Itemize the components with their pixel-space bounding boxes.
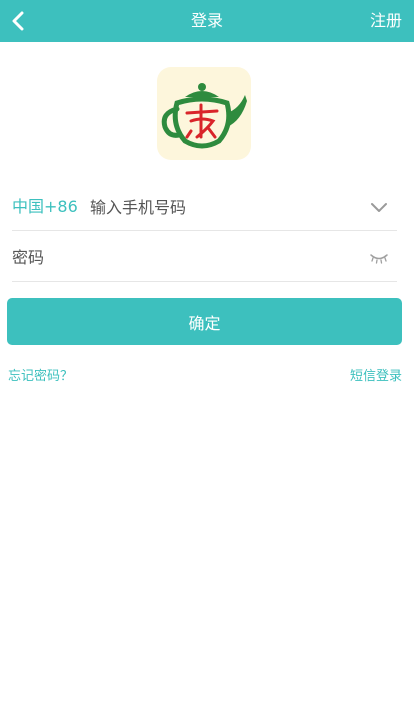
app-logo (157, 67, 251, 160)
chevron-down-icon[interactable] (369, 198, 389, 216)
back-button[interactable] (4, 6, 32, 36)
phone-row: 中国+86 (12, 184, 397, 231)
password-row (12, 232, 397, 282)
country-code-selector[interactable]: 中国+86 (12, 184, 78, 230)
phone-input[interactable] (90, 192, 360, 222)
sms-login-link[interactable]: 短信登录 (350, 365, 402, 384)
forgot-password-link[interactable]: 忘记密码？ (8, 365, 73, 384)
register-link[interactable]: 注册 (370, 0, 402, 42)
teapot-logo-icon (161, 83, 247, 149)
eye-closed-icon[interactable] (369, 249, 389, 265)
chevron-left-icon (12, 11, 24, 31)
confirm-button[interactable]: 确定 (7, 298, 402, 345)
top-bar: 登录 注册 (0, 0, 414, 42)
password-input[interactable] (12, 242, 332, 272)
page-title: 登录 (190, 11, 223, 30)
